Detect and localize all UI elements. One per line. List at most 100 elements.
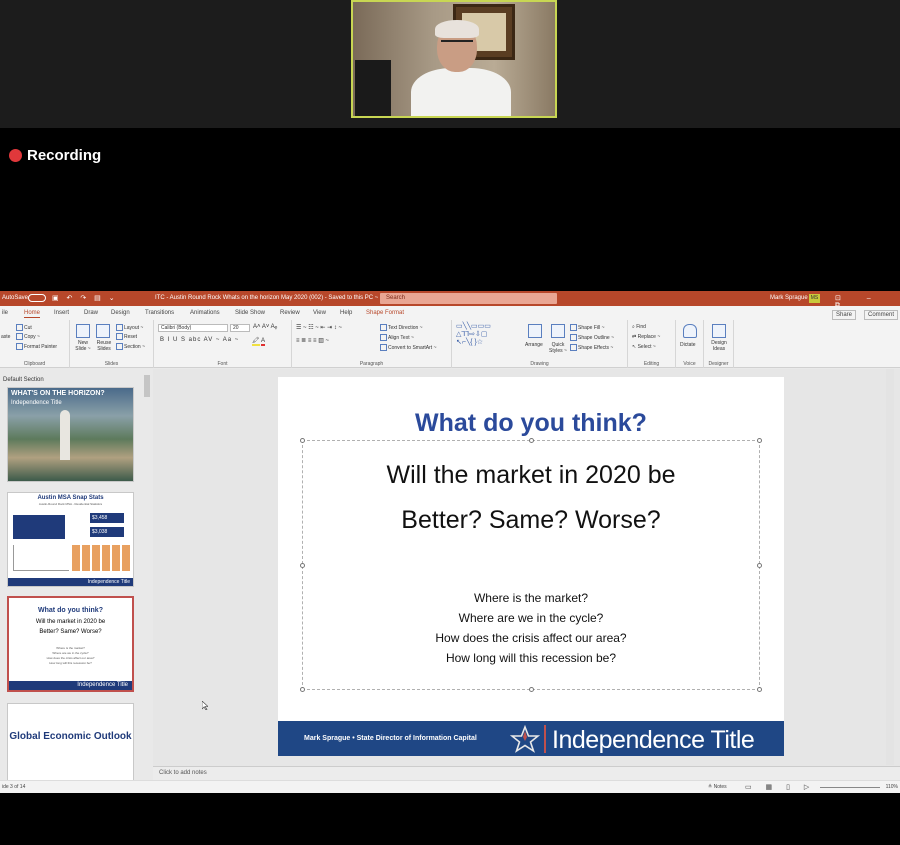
quick-access-toolbar[interactable]: ▣ ↶ ↷ ▤ ⌄	[52, 294, 118, 302]
tab-view[interactable]: View	[313, 310, 326, 316]
align-buttons[interactable]: ≡ ≣ ≡ ≡ ▥ ~	[296, 337, 329, 344]
thumb2-title: Austin MSA Snap Stats	[37, 495, 104, 501]
arrange-button[interactable]: Arrange	[525, 342, 543, 348]
find-button[interactable]: ⌕ Find	[632, 324, 646, 330]
tab-draw[interactable]: Draw	[84, 310, 98, 316]
user-name[interactable]: Mark Sprague	[770, 295, 808, 301]
tab-animations[interactable]: Animations	[190, 310, 220, 316]
notes-placeholder[interactable]: Click to add notes	[159, 770, 207, 776]
content-placeholder[interactable]: Will the market in 2020 be Better? Same?…	[300, 438, 762, 692]
paste-button[interactable]: aste	[1, 334, 10, 340]
thumbnail-scrollbar[interactable]	[144, 375, 150, 397]
record-dot-icon	[9, 149, 22, 162]
resize-handle-e[interactable]	[757, 563, 762, 568]
thumb2-line-chart	[13, 545, 69, 571]
question-line-2[interactable]: Better? Same? Worse?	[303, 506, 759, 535]
font-style-buttons[interactable]: B I U S abc AV ~ Aa ~	[160, 337, 239, 343]
text-direction-button[interactable]: Text Direction ~	[380, 324, 423, 331]
view-buttons[interactable]: ▭ ▦ ▯ ▷	[745, 783, 815, 791]
zoom-level[interactable]: 110%	[886, 784, 898, 790]
tab-shape-format[interactable]: Shape Format	[366, 310, 404, 316]
resize-handle-ne[interactable]	[757, 438, 762, 443]
sub-question-4[interactable]: How long will this recession be?	[303, 651, 759, 665]
shape-outline-button[interactable]: Shape Outline ~	[570, 334, 614, 341]
tab-home[interactable]: Home	[24, 310, 41, 318]
slide-thumbnail-2[interactable]: Austin MSA Snap Stats Austin-Round Rock …	[7, 492, 134, 587]
font-size-select[interactable]: 20	[230, 324, 250, 332]
recording-indicator[interactable]: Recording	[9, 147, 101, 164]
font-grow-shrink-buttons[interactable]: A˄ A˅ Aᵩ	[253, 324, 277, 330]
new-slide-button[interactable]: New Slide ~	[74, 340, 92, 352]
tab-transitions[interactable]: Transitions	[145, 310, 174, 316]
footer-presenter: Mark Sprague • State Director of Informa…	[304, 735, 477, 742]
copy-button[interactable]: Copy ~	[16, 333, 40, 340]
thumb3-line-2: Better? Same? Worse?	[39, 629, 102, 635]
video-monitor	[355, 60, 391, 116]
thumb3-sub-1: Where is the market?	[56, 646, 85, 650]
participant-video[interactable]	[351, 0, 557, 118]
format-painter-button[interactable]: Format Painter	[16, 343, 57, 350]
design-ideas-icon	[712, 324, 726, 338]
section-header[interactable]: Default Section	[3, 377, 44, 383]
slide-thumbnail-3[interactable]: What do you think? Will the market in 20…	[7, 596, 134, 692]
shapes-gallery[interactable]: ▭╲╲▭▭▭ △⅂⅂⇨⇩▢ ↖⌐╲{ }☆	[456, 323, 491, 347]
dictate-button[interactable]: Dictate	[680, 342, 696, 348]
resize-handle-nw[interactable]	[300, 438, 305, 443]
sub-question-3[interactable]: How does the crisis affect our area?	[303, 631, 759, 645]
new-slide-icon	[76, 324, 90, 338]
sub-question-2[interactable]: Where are we in the cycle?	[303, 611, 759, 625]
align-text-button[interactable]: Align Text ~	[380, 334, 414, 341]
tab-insert[interactable]: Insert	[54, 310, 69, 316]
resize-handle-s[interactable]	[529, 687, 534, 692]
list-buttons[interactable]: ☰ ~ ☷ ~ ⇤ ⇥ ↕ ~	[296, 324, 342, 331]
font-name-select[interactable]: Calibri (Body)	[158, 324, 228, 332]
tab-slide-show[interactable]: Slide Show	[235, 310, 265, 316]
current-slide[interactable]: What do you think? Will the market in 20…	[278, 377, 784, 756]
resize-handle-n[interactable]	[529, 438, 534, 443]
group-paragraph: ☰ ~ ☷ ~ ⇤ ⇥ ↕ ~ ≡ ≣ ≡ ≡ ▥ ~ Text Directi…	[292, 320, 452, 368]
resize-handle-se[interactable]	[757, 687, 762, 692]
user-avatar[interactable]: MS	[809, 294, 820, 303]
reset-button[interactable]: Reset	[116, 333, 137, 340]
font-color-buttons[interactable]: 🖍 A	[252, 337, 265, 346]
convert-smartart-button[interactable]: Convert to SmartArt ~	[380, 344, 437, 351]
question-line-1[interactable]: Will the market in 2020 be	[303, 461, 759, 490]
document-title: ITC - Austin Round Rock Whats on the hor…	[155, 295, 379, 301]
resize-handle-sw[interactable]	[300, 687, 305, 692]
participant-hair	[435, 20, 479, 38]
search-box[interactable]: Search	[380, 293, 557, 304]
resize-handle-w[interactable]	[300, 563, 305, 568]
city-tower	[60, 410, 70, 460]
canvas-scrollbar[interactable]	[886, 369, 894, 765]
quick-styles-button[interactable]: Quick Styles ~	[548, 342, 568, 354]
slide-title[interactable]: What do you think?	[278, 409, 784, 438]
group-drawing: ▭╲╲▭▭▭ △⅂⅂⇨⇩▢ ↖⌐╲{ }☆ Arrange Quick Styl…	[452, 320, 628, 368]
tab-review[interactable]: Review	[280, 310, 300, 316]
notes-pane[interactable]: Click to add notes	[153, 766, 900, 780]
tab-design[interactable]: Design	[111, 310, 130, 316]
thumb1-title: WHAT'S ON THE HORIZON?	[11, 390, 105, 397]
shape-fill-button[interactable]: Shape Fill ~	[570, 324, 605, 331]
tab-file[interactable]: ile	[2, 310, 8, 316]
layout-button[interactable]: Layout ~	[116, 324, 143, 331]
cut-button[interactable]: Cut	[16, 324, 32, 331]
slide-thumbnail-pane: Default Section WHAT'S ON THE HORIZON? I…	[0, 369, 148, 783]
replace-button[interactable]: ⇄ Replace ~	[632, 334, 660, 340]
design-ideas-button[interactable]: Design Ideas	[708, 340, 730, 352]
share-button[interactable]: Share	[831, 310, 856, 320]
sub-question-1[interactable]: Where is the market?	[303, 591, 759, 605]
zoom-slider[interactable]	[820, 787, 880, 788]
autosave-toggle[interactable]	[28, 294, 46, 302]
comments-button[interactable]: Comment	[863, 310, 898, 320]
notes-toggle[interactable]: ≜ Notes	[708, 784, 727, 790]
tab-help[interactable]: Help	[340, 310, 352, 316]
slide-counter: ide 3 of 14	[2, 784, 26, 790]
slide-thumbnail-4[interactable]: Global Economic Outlook	[7, 703, 134, 783]
shape-effects-button[interactable]: Shape Effects ~	[570, 344, 613, 351]
section-button[interactable]: Section ~	[116, 343, 145, 350]
select-button[interactable]: ↖ Select ~	[632, 344, 656, 350]
reuse-slides-button[interactable]: Reuse Slides	[94, 340, 114, 352]
slide-thumbnail-1[interactable]: WHAT'S ON THE HORIZON? Independence Titl…	[7, 387, 134, 482]
voice-label: Voice	[683, 361, 696, 367]
status-bar: ide 3 of 14 ≜ Notes ▭ ▦ ▯ ▷ 110%	[0, 780, 900, 793]
